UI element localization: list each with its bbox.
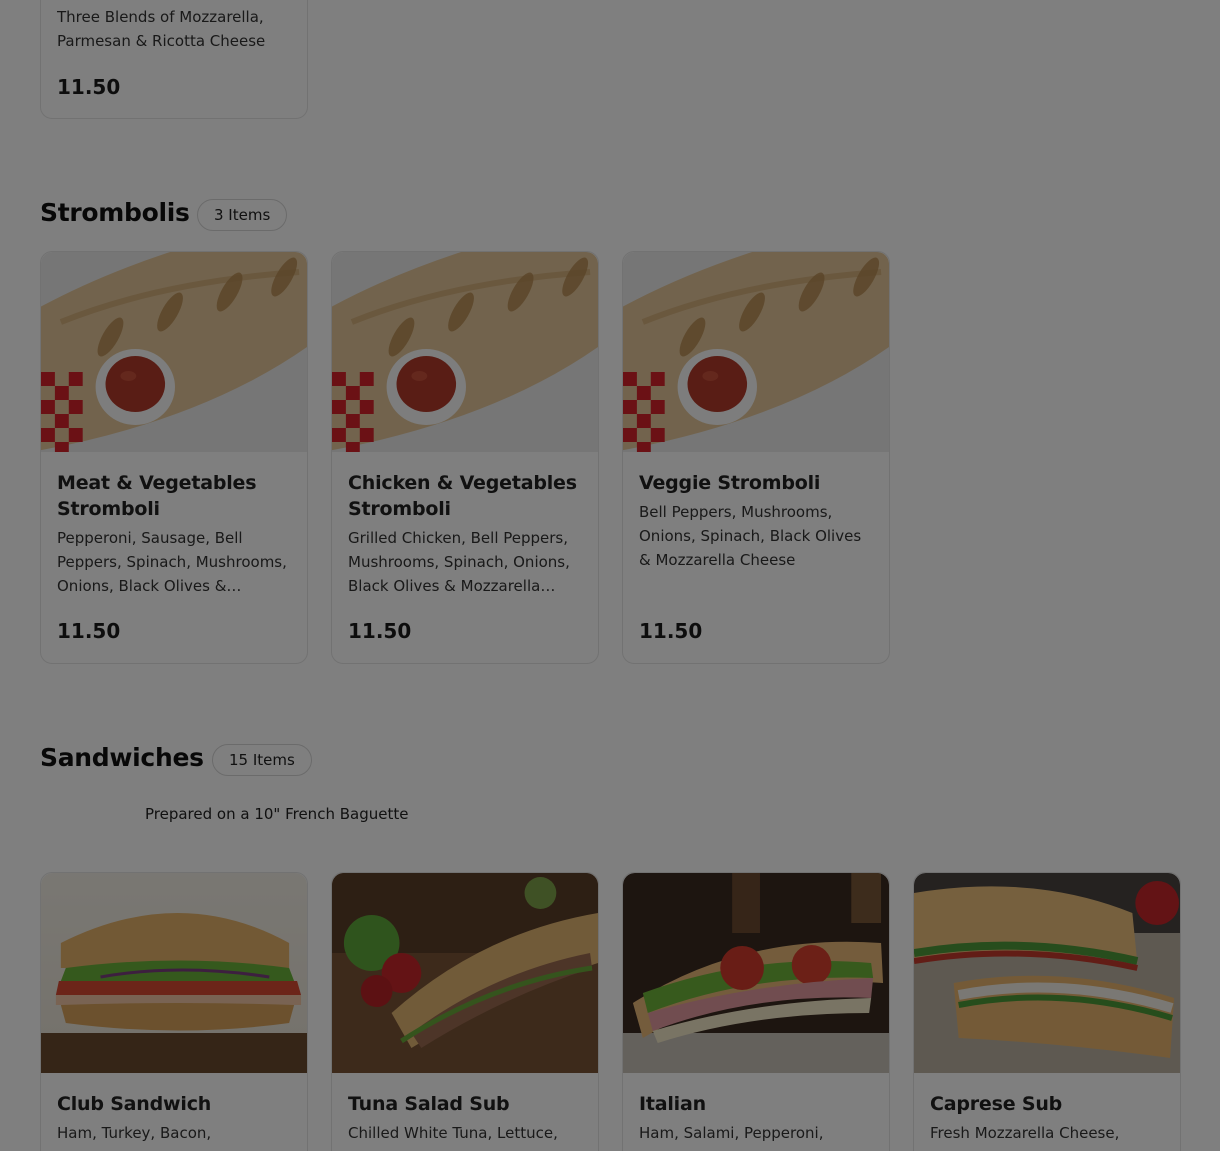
card-body: Meat & Vegetables Stromboli Pepperoni, S…	[41, 470, 307, 598]
menu-item-card[interactable]: Chicken & Vegetables Stromboli Grilled C…	[331, 251, 599, 664]
item-description: Bell Peppers, Mushrooms, Onions, Spinach…	[639, 503, 862, 569]
stromboli-photo	[623, 252, 889, 452]
card-body: Veggie Stromboli Bell Peppers, Mushrooms…	[623, 470, 889, 572]
item-name: Italian	[639, 1093, 706, 1115]
item-name: Veggie Stromboli	[639, 472, 821, 494]
item-price: 11.50	[348, 619, 412, 643]
menu-item-card[interactable]: Meat & Vegetables Stromboli Pepperoni, S…	[40, 251, 308, 664]
item-price: 11.50	[57, 619, 121, 643]
club-sandwich-photo	[41, 873, 307, 1073]
menu-item-card[interactable]: Three Blends of Mozzarella, Parmesan & R…	[40, 0, 308, 119]
section-title-sandwiches: Sandwiches	[40, 743, 204, 772]
stromboli-photo-icon	[41, 252, 307, 452]
stromboli-photo	[41, 252, 307, 452]
item-description: Grilled Chicken, Bell Peppers, Mushrooms…	[348, 529, 570, 595]
item-name: Club Sandwich	[57, 1093, 212, 1115]
card-body: Club Sandwich Ham, Turkey, Bacon,	[41, 1091, 307, 1145]
menu-item-card[interactable]: Club Sandwich Ham, Turkey, Bacon,	[40, 872, 308, 1151]
item-description: Pepperoni, Sausage, Bell Peppers, Spinac…	[57, 529, 287, 595]
item-count-badge: 3 Items	[197, 199, 288, 231]
italian-sub-photo-icon	[623, 873, 889, 1073]
item-description: Three Blends of Mozzarella, Parmesan & R…	[57, 8, 266, 50]
caprese-sub-photo-icon	[914, 873, 1180, 1073]
card-body: Italian Ham, Salami, Pepperoni,	[623, 1091, 889, 1145]
item-name: Meat & Vegetables Stromboli	[57, 472, 257, 520]
tuna-sub-photo-icon	[332, 873, 598, 1073]
item-description: Fresh Mozzarella Cheese,	[930, 1124, 1120, 1142]
item-description: Ham, Turkey, Bacon,	[57, 1124, 212, 1142]
item-price: 11.50	[639, 619, 703, 643]
item-description: Chilled White Tuna, Lettuce,	[348, 1124, 558, 1142]
card-body: Chicken & Vegetables Stromboli Grilled C…	[332, 470, 598, 598]
item-price: 11.50	[57, 75, 121, 99]
caprese-sub-photo	[914, 873, 1180, 1073]
stromboli-photo-icon	[332, 252, 598, 452]
card-body: Caprese Sub Fresh Mozzarella Cheese,	[914, 1091, 1180, 1145]
section-title-strombolis: Strombolis	[40, 198, 190, 227]
menu-item-card[interactable]: Veggie Stromboli Bell Peppers, Mushrooms…	[622, 251, 890, 664]
italian-sub-photo	[623, 873, 889, 1073]
item-description: Ham, Salami, Pepperoni,	[639, 1124, 824, 1142]
tuna-sub-photo	[332, 873, 598, 1073]
item-name: Caprese Sub	[930, 1093, 1063, 1115]
item-name: Tuna Salad Sub	[348, 1093, 510, 1115]
menu-item-card[interactable]: Italian Ham, Salami, Pepperoni,	[622, 872, 890, 1151]
section-description: Prepared on a 10" French Baguette	[145, 805, 409, 823]
card-body: Tuna Salad Sub Chilled White Tuna, Lettu…	[332, 1091, 598, 1145]
stromboli-photo-icon	[623, 252, 889, 452]
menu-item-card[interactable]: Tuna Salad Sub Chilled White Tuna, Lettu…	[331, 872, 599, 1151]
item-count-badge: 15 Items	[212, 744, 312, 776]
club-sandwich-photo-icon	[41, 873, 307, 1073]
menu-page: Three Blends of Mozzarella, Parmesan & R…	[0, 0, 1220, 1151]
item-name: Chicken & Vegetables Stromboli	[348, 472, 577, 520]
card-body: Three Blends of Mozzarella, Parmesan & R…	[41, 5, 307, 53]
menu-item-card[interactable]: Caprese Sub Fresh Mozzarella Cheese,	[913, 872, 1181, 1151]
stromboli-photo	[332, 252, 598, 452]
